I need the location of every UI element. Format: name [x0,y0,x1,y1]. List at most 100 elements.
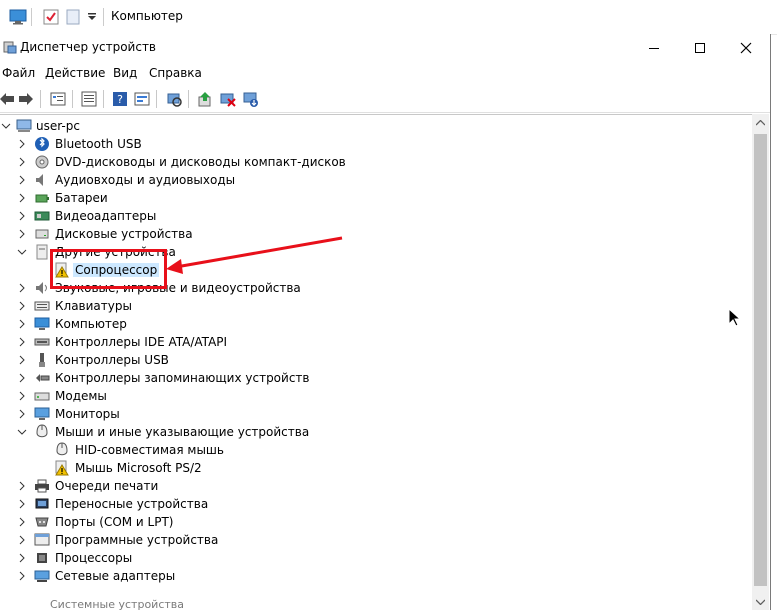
sound-icon [36,282,47,294]
chevron-down-icon[interactable] [17,247,27,257]
unknown-device-icon [36,244,48,260]
back-button[interactable] [0,89,17,109]
tree-child-item[interactable]: Мышь Microsoft PS/2 [0,459,600,477]
menu-view[interactable]: Вид [113,66,137,80]
tree-category-item[interactable]: Батареи [0,189,600,207]
tree-category-item[interactable]: Мыши и иные указывающие устройства [0,423,600,441]
chevron-down-icon[interactable] [1,121,11,131]
chevron-down-icon[interactable] [17,427,27,437]
properties-toolbar-button[interactable] [48,89,68,109]
scroll-up-button[interactable] [752,114,769,131]
tree-category-item[interactable]: Программные устройства [0,531,600,549]
tree-category-item[interactable]: Сетевые адаптеры [0,567,600,585]
tree-item-label: Мониторы [55,407,120,421]
tree-category-item[interactable]: Очереди печати [0,477,600,495]
new-folder-icon[interactable] [66,9,80,25]
tree-category-item[interactable]: Аудиовходы и аудиовыходы [0,171,600,189]
chevron-down-icon [756,599,765,605]
title-bar[interactable]: Диспетчер устройств [0,34,770,62]
customize-dropdown-icon[interactable] [88,13,96,21]
tree-category-item[interactable]: Контроллеры USB [0,351,600,369]
chevron-right-icon[interactable] [17,157,27,167]
storage-controller-icon [36,374,50,382]
chevron-right-icon[interactable] [17,319,27,329]
tree-item-label: Видеоадаптеры [55,209,157,223]
tree-category-item[interactable]: DVD-дисководы и дисководы компакт-дисков [0,153,600,171]
chevron-right-icon[interactable] [17,283,27,293]
minimize-button[interactable] [631,34,677,62]
forward-button[interactable] [16,89,36,109]
toolbar-separator [40,90,41,108]
help-toolbar-button[interactable]: ? [110,89,130,109]
back-icon [0,93,14,105]
menu-action[interactable]: Действие [45,66,105,80]
chevron-right-icon[interactable] [17,391,27,401]
minimize-icon [649,48,659,49]
tree-category-item[interactable]: Процессоры [0,549,600,567]
tree-category-item[interactable]: Bluetooth USB [0,135,600,153]
chevron-right-icon[interactable] [17,553,27,563]
tree-category-item[interactable]: Видеоадаптеры [0,207,600,225]
vertical-scrollbar[interactable] [752,114,769,610]
chevron-right-icon[interactable] [17,499,27,509]
tree-root[interactable]: user-pc [0,117,600,135]
scroll-down-button[interactable] [752,593,769,610]
list-toolbar-button[interactable] [79,89,99,109]
properties-icon [50,92,66,106]
maximize-icon [695,43,705,53]
maximize-button[interactable] [677,34,723,62]
chevron-right-icon[interactable] [17,517,27,527]
device-tree[interactable]: user-pc Bluetooth USB DVD-дисководы и дис… [0,114,752,611]
scroll-thumb[interactable] [754,134,767,586]
chevron-right-icon[interactable] [17,571,27,581]
qa-separator [103,8,104,26]
tree-category-item[interactable]: Компьютер [0,315,600,333]
tree-category-item[interactable]: Контроллеры IDE ATA/ATAPI [0,333,600,351]
chevron-right-icon[interactable] [17,193,27,203]
forward-icon [19,93,33,105]
tree-category-item[interactable]: Порты (COM и LPT) [0,513,600,531]
scan-icon [167,93,182,107]
list-icon [81,91,97,107]
menu-help[interactable]: Справка [149,66,202,80]
chevron-right-icon[interactable] [17,301,27,311]
chevron-right-icon[interactable] [17,229,27,239]
chevron-right-icon[interactable] [17,211,27,221]
chevron-right-icon[interactable] [17,337,27,347]
computer-icon[interactable] [9,9,27,25]
update-driver-button[interactable] [195,89,215,109]
scan-hardware-button[interactable] [164,89,184,109]
chevron-right-icon[interactable] [17,409,27,419]
chevron-right-icon[interactable] [17,481,27,491]
tree-item-label: DVD-дисководы и дисководы компакт-дисков [55,155,346,169]
tree-item-label: Контроллеры запоминающих устройств [55,371,310,385]
close-button[interactable] [723,34,769,62]
uninstall-device-icon [243,92,258,107]
tree-category-item[interactable]: Дисковые устройства [0,225,600,243]
chevron-right-icon[interactable] [17,139,27,149]
chevron-right-icon[interactable] [17,373,27,383]
chevron-right-icon[interactable] [17,355,27,365]
battery-icon [35,194,49,203]
tree-item-label: Очереди печати [55,479,159,493]
display-adapter-icon [34,211,50,221]
tree-category-item[interactable]: Клавиатуры [0,297,600,315]
tree-category-item[interactable]: Мониторы [0,405,600,423]
tree-category-item[interactable]: Модемы [0,387,600,405]
tree-child-item[interactable]: HID-совместимая мышь [0,441,600,459]
properties-check-icon[interactable] [43,9,59,25]
menu-bar: Файл Действие Вид Справка [0,62,770,84]
annotation-highlight-box [50,249,167,289]
update-driver-icon [198,92,211,107]
tree-category-item[interactable]: Переносные устройства [0,495,600,513]
tree-category-item[interactable]: Контроллеры запоминающих устройств [0,369,600,387]
modem-icon [34,392,50,401]
processor-icon [37,553,47,563]
chevron-right-icon[interactable] [17,175,27,185]
chevron-right-icon[interactable] [17,535,27,545]
menu-file[interactable]: Файл [2,66,35,80]
resources-toolbar-button[interactable] [132,89,152,109]
uninstall-device-button[interactable] [241,89,261,109]
tree-item-label: HID-совместимая мышь [75,443,224,457]
disable-device-button[interactable] [218,89,238,109]
